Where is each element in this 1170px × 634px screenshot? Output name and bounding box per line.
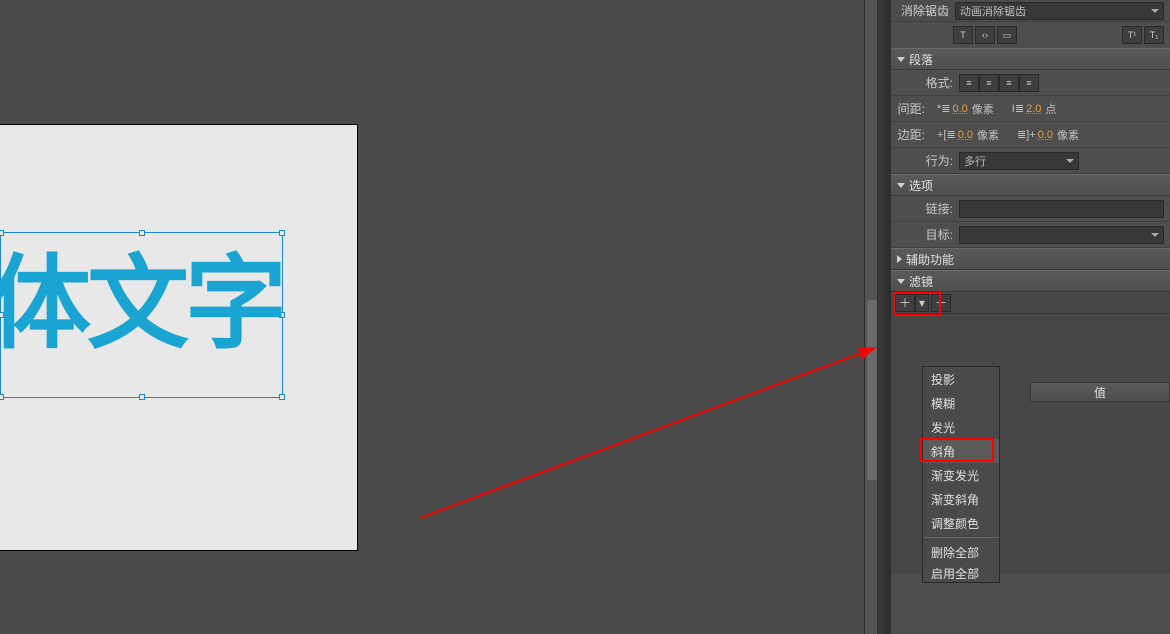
antialias-label: 消除锯齿 (897, 2, 949, 19)
bold-icon[interactable]: T (953, 26, 973, 44)
margin-row: 边距: +[≣ 0.0 像素 ≣]+ 0.0 像素 (891, 122, 1170, 148)
margin-left-value[interactable]: 0.0 (958, 129, 973, 141)
menu-separator (923, 537, 999, 538)
superscript-icon[interactable]: T¹ (1122, 26, 1142, 44)
panel-scrollbar-track[interactable] (864, 0, 878, 634)
resize-handle-n[interactable] (139, 230, 145, 236)
align-justify-icon[interactable]: ≡ (1019, 74, 1039, 92)
line-unit: 点 (1045, 101, 1056, 117)
panel-divider (878, 0, 890, 634)
section-filters[interactable]: 滤镜 (891, 270, 1170, 292)
align-center-icon[interactable]: ≡ (979, 74, 999, 92)
resize-handle-s[interactable] (139, 394, 145, 400)
text-format-toolbar: T ‹› ▭ T¹ T₁ (891, 22, 1170, 48)
margin-left-icon: +[≣ (937, 128, 956, 141)
add-filter-dropdown-arrow[interactable]: ▾ (915, 294, 929, 312)
align-right-icon[interactable]: ≡ (999, 74, 1019, 92)
margin-label: 边距: (897, 126, 925, 143)
target-dropdown[interactable] (959, 226, 1164, 244)
antialias-value: 动画消除锯齿 (960, 3, 1026, 19)
chevron-down-icon (897, 279, 905, 284)
filter-menu: 投影 模糊 发光 斜角 渐变发光 渐变斜角 调整颜色 删除全部 启用全部 (922, 366, 1000, 583)
filter-menu-shadow[interactable]: 投影 (923, 367, 999, 391)
antialias-row: 消除锯齿 动画消除锯齿 (891, 0, 1170, 22)
filter-menu-blur[interactable]: 模糊 (923, 391, 999, 415)
filter-value-header: 值 (1030, 382, 1170, 402)
section-options-label: 选项 (909, 177, 933, 194)
format-label: 格式: (897, 74, 953, 91)
filter-menu-bevel[interactable]: 斜角 (923, 439, 999, 463)
indent-icon: *≣ (937, 102, 951, 115)
target-label: 目标: (897, 226, 953, 243)
section-paragraph[interactable]: 段落 (891, 48, 1170, 70)
margin-right-unit: 像素 (1057, 127, 1079, 143)
chevrons-icon[interactable]: ‹› (975, 26, 995, 44)
spacing-row: 间距: *≣ 0.0 像素 I≣ 2.0 点 (891, 96, 1170, 122)
remove-filter-button[interactable]: － (931, 294, 951, 312)
filter-menu-glow[interactable]: 发光 (923, 415, 999, 439)
chevron-down-icon (897, 57, 905, 62)
chevron-down-icon (897, 183, 905, 188)
indent-unit: 像素 (972, 101, 994, 117)
filter-menu-adjust-color[interactable]: 调整颜色 (923, 511, 999, 535)
link-row: 链接: (891, 196, 1170, 222)
stage: 体文字 (0, 124, 358, 551)
section-accessibility[interactable]: 辅助功能 (891, 248, 1170, 270)
resize-handle-nw[interactable] (0, 230, 4, 236)
link-label: 链接: (897, 200, 953, 217)
subscript-icon[interactable]: T₁ (1144, 26, 1164, 44)
target-row: 目标: (891, 222, 1170, 248)
align-left-icon[interactable]: ≡ (959, 74, 979, 92)
format-row: 格式: ≡ ≡ ≡ ≡ (891, 70, 1170, 96)
behavior-value: 多行 (964, 153, 986, 169)
box-icon[interactable]: ▭ (997, 26, 1017, 44)
antialias-dropdown[interactable]: 动画消除锯齿 (955, 2, 1164, 20)
section-accessibility-label: 辅助功能 (906, 251, 954, 268)
margin-right-value[interactable]: 0.0 (1038, 129, 1053, 141)
margin-left-unit: 像素 (977, 127, 999, 143)
section-paragraph-label: 段落 (909, 51, 933, 68)
section-filters-label: 滤镜 (909, 273, 933, 290)
chevron-right-icon (897, 255, 902, 263)
resize-handle-se[interactable] (279, 394, 285, 400)
text-selection-box[interactable]: 体文字 (0, 232, 283, 398)
link-input[interactable] (959, 200, 1164, 218)
filter-menu-gradient-glow[interactable]: 渐变发光 (923, 463, 999, 487)
line-spacing-icon: I≣ (1012, 102, 1024, 115)
filter-menu-remove-all[interactable]: 删除全部 (923, 540, 999, 564)
stage-text[interactable]: 体文字 (0, 253, 283, 355)
panel-scrollbar-thumb[interactable] (867, 300, 877, 480)
margin-right-icon: ≣]+ (1017, 128, 1036, 141)
resize-handle-sw[interactable] (0, 394, 4, 400)
section-options[interactable]: 选项 (891, 174, 1170, 196)
spacing-label: 间距: (897, 100, 925, 117)
resize-handle-ne[interactable] (279, 230, 285, 236)
behavior-row: 行为: 多行 (891, 148, 1170, 174)
line-value[interactable]: 2.0 (1026, 103, 1041, 115)
indent-value[interactable]: 0.0 (953, 103, 968, 115)
annotation-arrows (410, 308, 890, 528)
behavior-label: 行为: (897, 152, 953, 169)
filter-menu-gradient-bevel[interactable]: 渐变斜角 (923, 487, 999, 511)
filter-toolbar: ＋ ▾ － (891, 292, 1170, 314)
filter-menu-enable-all[interactable]: 启用全部 (923, 564, 999, 582)
add-filter-button[interactable]: ＋ (895, 294, 915, 312)
behavior-dropdown[interactable]: 多行 (959, 152, 1079, 170)
